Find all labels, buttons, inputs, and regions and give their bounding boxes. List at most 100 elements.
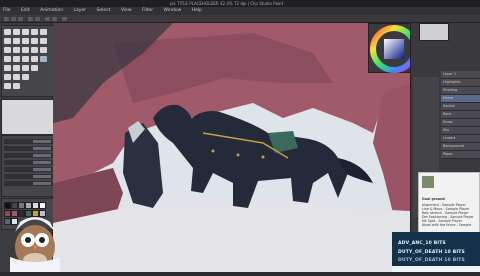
layer-name: Layer 1 (443, 72, 457, 76)
brush-icon[interactable] (13, 47, 20, 53)
menu-select[interactable]: Select (97, 8, 111, 13)
brush-icon[interactable] (13, 56, 20, 62)
goal-line: DUTY_OF_DEATH 10 BITS (398, 258, 465, 263)
clear-icon[interactable] (45, 17, 50, 21)
brush-icon[interactable] (4, 83, 11, 89)
title-bar: pic TITLE PLACEHOLDER 42.4% 72 dpi | Cli… (0, 0, 480, 7)
slider[interactable] (33, 147, 51, 150)
goal-line: ADV_ANC_10 BITS (398, 241, 446, 246)
layer-row[interactable]: Rock (441, 111, 480, 119)
brush-icon[interactable] (4, 74, 11, 80)
layer-row[interactable]: Background (441, 143, 480, 151)
menu-view[interactable]: View (121, 8, 132, 13)
slider[interactable] (33, 154, 51, 157)
layer-row[interactable]: Shading (441, 87, 480, 95)
setting-row[interactable] (4, 160, 53, 165)
window-title: pic TITLE PLACEHOLDER 42.4% 72 dpi | Cli… (170, 1, 284, 6)
brush-icon[interactable] (13, 65, 20, 71)
menu-window[interactable]: Window (164, 8, 182, 13)
brush-icon[interactable] (31, 65, 38, 71)
layer-name: Highlights (443, 80, 461, 84)
brush-icon[interactable] (22, 29, 29, 35)
brush-icon[interactable] (22, 56, 29, 62)
layer-name: Paper (443, 152, 453, 156)
brush-icon[interactable] (40, 29, 47, 35)
setting-row[interactable] (4, 167, 53, 172)
stream-info-panel: Goal ground Alignment - Sample Player Li… (418, 172, 480, 234)
brush-presets (1, 25, 54, 97)
setting-row[interactable] (4, 174, 53, 179)
layer-row[interactable]: Paper (441, 151, 480, 159)
open-icon[interactable] (11, 17, 16, 21)
brush-icon[interactable] (13, 74, 20, 80)
drawing-canvas[interactable] (53, 23, 410, 272)
layer-name: Snow (443, 120, 453, 124)
brush-icon[interactable] (31, 38, 38, 44)
slider[interactable] (33, 161, 51, 164)
transform-icon[interactable] (52, 17, 57, 21)
brush-icon[interactable] (40, 47, 47, 53)
slider[interactable] (33, 182, 51, 185)
save-icon[interactable] (18, 17, 23, 21)
layer-row[interactable]: Highlights (441, 79, 480, 87)
menu-filter[interactable]: Filter (142, 8, 153, 13)
undo-icon[interactable] (28, 17, 33, 21)
layer-row[interactable]: Horse (441, 95, 480, 103)
menu-edit[interactable]: Edit (21, 8, 30, 13)
command-toolbar (0, 15, 480, 23)
layer-row[interactable]: Layer 1 (441, 71, 480, 79)
menu-help[interactable]: Help (192, 8, 202, 13)
navigator-thumbnail[interactable] (419, 23, 449, 41)
avatar (422, 176, 434, 188)
brush-icon[interactable] (22, 74, 29, 80)
brush-icon[interactable] (13, 29, 20, 35)
brush-icon[interactable] (40, 38, 47, 44)
layer-row[interactable]: Snow (441, 119, 480, 127)
owl-mascot-icon (0, 202, 70, 272)
brush-icon[interactable] (4, 38, 11, 44)
brush-icon[interactable] (31, 47, 38, 53)
painting (53, 23, 410, 272)
brush-icon[interactable] (4, 47, 11, 53)
setting-row[interactable] (4, 146, 53, 151)
redo-icon[interactable] (35, 17, 40, 21)
layer-name: Horse (443, 96, 454, 100)
info-line: Aksel with the fence - Sample (422, 223, 472, 227)
slider[interactable] (33, 168, 51, 171)
menu-layer[interactable]: Layer (74, 8, 87, 13)
menu-file[interactable]: File (3, 8, 11, 13)
layer-name: Lineart (443, 136, 456, 140)
brush-settings (1, 135, 54, 197)
layer-name: Saddle (443, 104, 455, 108)
menu-animation[interactable]: Animation (40, 8, 63, 13)
info-heading: Goal ground (422, 197, 445, 201)
layer-row[interactable]: Lineart (441, 135, 480, 143)
brush-icon[interactable] (13, 83, 20, 89)
menu-bar: File Edit Animation Layer Select View Fi… (0, 7, 480, 15)
slider[interactable] (33, 140, 51, 143)
brush-icon[interactable] (31, 56, 38, 62)
brush-icon[interactable] (40, 56, 47, 62)
brush-icon[interactable] (4, 29, 11, 35)
layer-name: Shading (443, 88, 458, 92)
brush-icon[interactable] (22, 38, 29, 44)
setting-row[interactable] (4, 153, 53, 158)
layer-name: Background (443, 144, 464, 148)
slider[interactable] (33, 175, 51, 178)
brush-icon[interactable] (4, 56, 11, 62)
layer-name: Sky (443, 128, 450, 132)
brush-icon[interactable] (22, 65, 29, 71)
brush-icon[interactable] (13, 38, 20, 44)
layer-row[interactable]: Sky (441, 127, 480, 135)
zoom-icon[interactable] (62, 17, 67, 21)
layer-name: Rock (443, 112, 452, 116)
layer-row[interactable]: Saddle (441, 103, 480, 111)
setting-row[interactable] (4, 139, 53, 144)
snow-decoration (392, 266, 480, 272)
setting-row[interactable] (4, 181, 53, 186)
tool-property-panel (1, 99, 54, 135)
brush-icon[interactable] (31, 29, 38, 35)
brush-icon[interactable] (4, 65, 11, 71)
brush-icon[interactable] (22, 47, 29, 53)
new-icon[interactable] (4, 17, 9, 21)
